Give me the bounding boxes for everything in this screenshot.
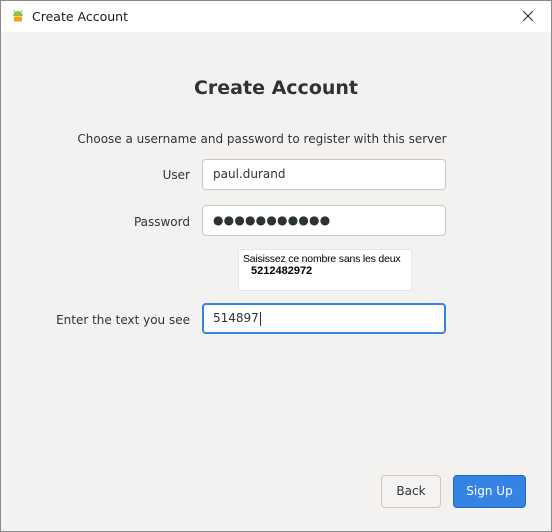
captcha-number: 5212482972 <box>251 265 313 277</box>
username-value: paul.durand <box>213 167 286 181</box>
captcha-input-value: 514897 <box>213 311 259 325</box>
close-icon <box>522 7 534 26</box>
dialog-content: Create Account Choose a username and pas… <box>1 32 551 531</box>
window-title: Create Account <box>32 9 128 24</box>
form-subtitle: Choose a username and password to regist… <box>77 132 447 146</box>
user-label: User <box>162 168 190 182</box>
password-label: Password <box>133 215 190 229</box>
password-input[interactable]: ●●●●●●●●●●● <box>202 205 446 236</box>
password-value: ●●●●●●●●●●● <box>213 213 331 227</box>
close-button[interactable] <box>505 1 551 32</box>
captcha-label: Enter the text you see <box>56 313 190 327</box>
back-button[interactable]: Back <box>381 475 441 508</box>
create-account-window: Create Account Create Account Choose a u… <box>0 0 552 532</box>
captcha-image: Saisissez ce nombre sans les deux 521248… <box>239 250 411 290</box>
username-input[interactable]: paul.durand <box>202 159 446 190</box>
app-logo-icon <box>10 8 26 24</box>
titlebar[interactable]: Create Account <box>1 1 551 32</box>
page-title: Create Account <box>193 77 359 99</box>
sign-up-button[interactable]: Sign Up <box>453 475 526 508</box>
text-cursor <box>259 311 261 326</box>
captcha-instruction: Saisissez ce nombre sans les deux <box>243 253 401 265</box>
captcha-input[interactable]: 514897 <box>202 303 446 334</box>
